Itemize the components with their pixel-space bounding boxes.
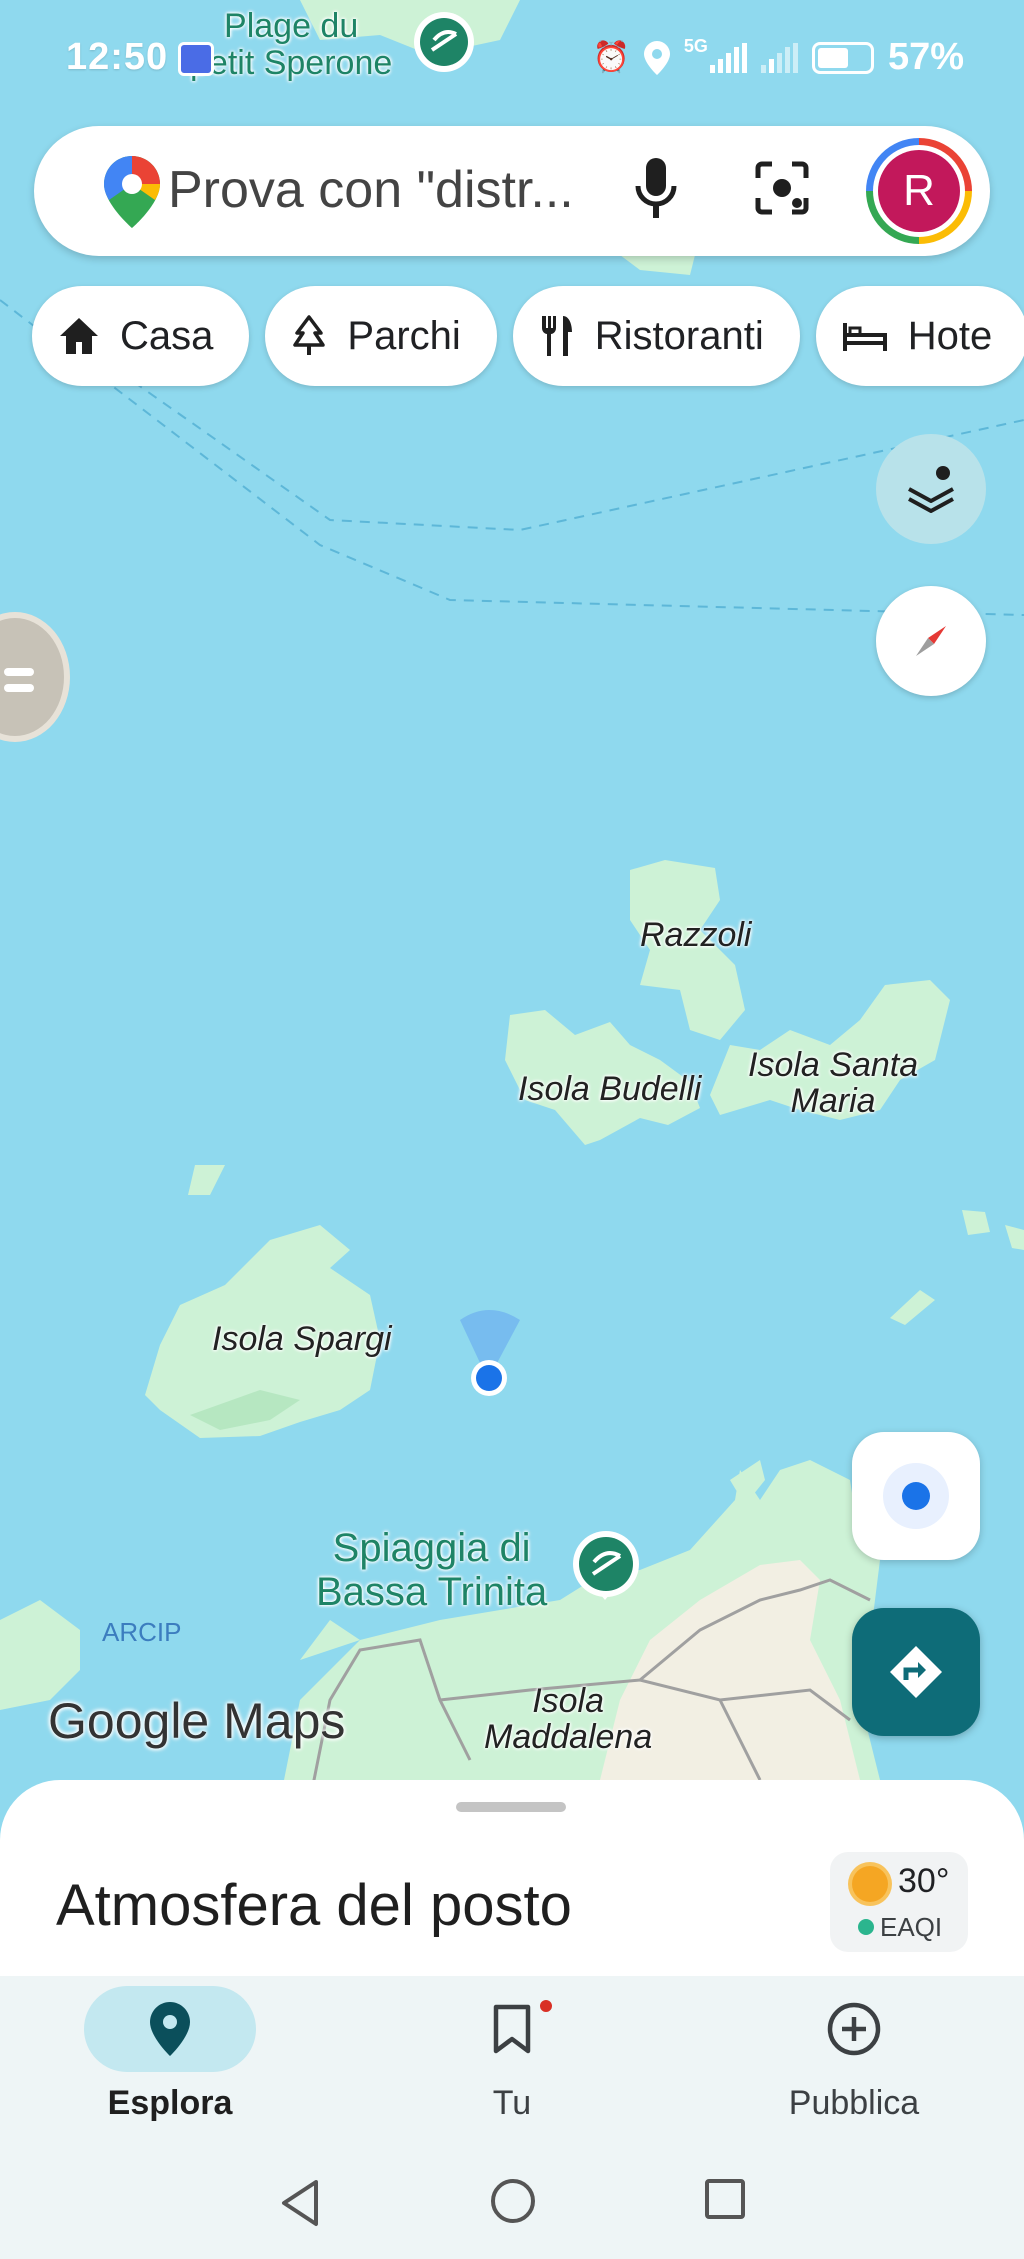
network-type: 5G xyxy=(683,36,708,56)
chip-label: Casa xyxy=(120,313,214,358)
add-circle-icon xyxy=(827,2002,881,2056)
weather-chip[interactable]: 30° EAQI xyxy=(830,1852,968,1952)
category-chips: Casa Parchi Ristoranti Hote xyxy=(32,286,1024,386)
mic-icon[interactable] xyxy=(634,158,678,222)
my-location-icon xyxy=(883,1463,949,1529)
compass-button[interactable] xyxy=(876,586,986,696)
chip-label: Parchi xyxy=(347,313,461,358)
battery-percent: 57% xyxy=(887,36,964,78)
nav-label: Tu xyxy=(492,2084,532,2122)
chip-hotel[interactable]: Hote xyxy=(815,286,1024,386)
nav-label: Pubblica xyxy=(788,2084,920,2122)
home-icon xyxy=(60,318,98,354)
signal-icon xyxy=(709,42,747,73)
weather-aqi: EAQI xyxy=(880,1912,943,1942)
bed-icon xyxy=(842,323,887,351)
back-icon[interactable] xyxy=(278,2178,322,2228)
compass-icon xyxy=(916,626,946,656)
status-bar: 12:50 ⏰ 5G 57% xyxy=(0,30,1024,90)
directions-icon xyxy=(890,1646,942,1698)
explore-pin-icon xyxy=(150,2002,190,2056)
chip-label: Hote xyxy=(907,313,993,358)
nav-pubblica[interactable]: Pubblica xyxy=(734,1986,974,2123)
home-icon[interactable] xyxy=(490,2178,536,2224)
maps-pin-icon xyxy=(104,156,160,228)
lens-icon[interactable] xyxy=(754,160,810,216)
bookmark-icon xyxy=(493,2004,531,2054)
nav-esplora[interactable]: Esplora xyxy=(50,1986,290,2123)
recents-icon[interactable] xyxy=(704,2178,746,2220)
nav-tu[interactable]: Tu xyxy=(392,1986,632,2123)
avatar-initial: R xyxy=(878,150,960,232)
notification-dot xyxy=(538,1998,554,2014)
map-label-santa-maria[interactable]: Isola Santa Maria xyxy=(748,1047,918,1119)
tree-icon xyxy=(293,315,326,355)
map-label-spargi[interactable]: Isola Spargi xyxy=(212,1321,392,1358)
google-maps-logo: Google Maps xyxy=(48,1693,346,1749)
status-time: 12:50 xyxy=(66,36,169,78)
alarm-icon: ⏰ xyxy=(592,41,630,74)
fork-knife-icon xyxy=(541,316,572,356)
nav-label: Esplora xyxy=(107,2084,233,2122)
chip-label: Ristoranti xyxy=(594,313,764,358)
weather-temp: 30° xyxy=(898,1862,950,1900)
battery-icon xyxy=(811,41,874,74)
signal-2-icon xyxy=(760,42,798,73)
layers-icon xyxy=(908,466,954,513)
system-nav-bar xyxy=(0,2170,1024,2240)
search-input[interactable]: Prova con "distr... xyxy=(168,160,574,220)
sun-icon xyxy=(852,1866,888,1902)
sheet-grabber[interactable] xyxy=(456,1802,566,1812)
map-label-budelli[interactable]: Isola Budelli xyxy=(518,1071,701,1108)
layers-button[interactable] xyxy=(876,434,986,544)
chip-parchi[interactable]: Parchi xyxy=(265,286,497,386)
aqi-status-dot xyxy=(858,1919,874,1935)
chip-ristoranti[interactable]: Ristoranti xyxy=(512,286,800,386)
map-label-bassa-trinita[interactable]: Spiaggia di Bassa Trinita xyxy=(316,1526,547,1614)
my-location-button[interactable] xyxy=(852,1432,980,1560)
sheet-title: Atmosfera del posto xyxy=(56,1873,572,1938)
chip-casa[interactable]: Casa xyxy=(32,286,250,386)
location-icon xyxy=(643,40,670,75)
map-label-archipelago: ARCIP xyxy=(102,1610,181,1654)
map-label-maddalena[interactable]: Isola Maddalena xyxy=(484,1683,652,1755)
avatar[interactable]: R xyxy=(866,138,972,244)
directions-button[interactable] xyxy=(852,1608,980,1736)
app-notification-icon xyxy=(178,42,214,76)
search-bar[interactable]: Prova con "distr... R xyxy=(34,126,990,256)
map-label-razzoli[interactable]: Razzoli xyxy=(640,917,751,954)
